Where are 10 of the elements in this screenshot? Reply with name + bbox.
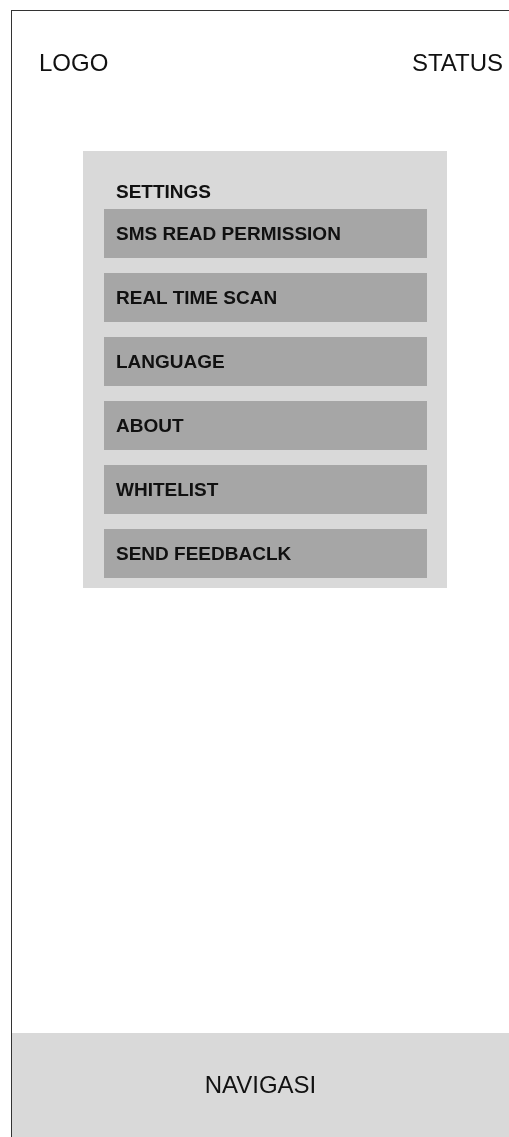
settings-item[interactable]: REAL TIME SCAN [104,273,427,322]
navigation-bar[interactable]: NAVIGASI [12,1033,509,1137]
settings-title: SETTINGS [115,181,212,203]
settings-item[interactable]: SEND FEEDBACLK [104,529,427,578]
settings-item[interactable]: SMS READ PERMISSION [104,209,427,258]
settings-item[interactable]: ABOUT [104,401,427,450]
status-text: STATUS [411,49,503,77]
settings-item[interactable]: WHITELIST [104,465,427,514]
logo-text: LOGO [39,49,109,77]
settings-item[interactable]: LANGUAGE [104,337,427,386]
